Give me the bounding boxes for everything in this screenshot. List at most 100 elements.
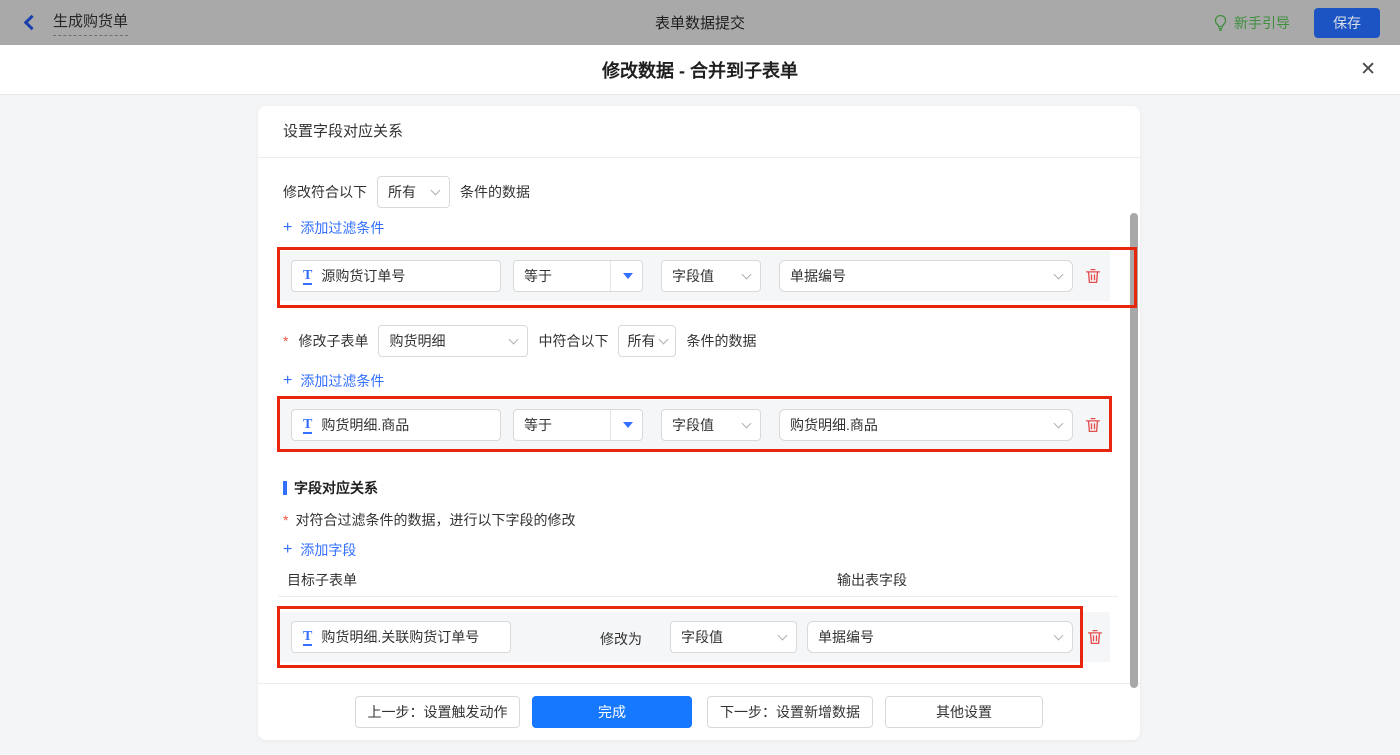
main-filter-sentence: 修改符合以下 所有 条件的数据 — [283, 176, 530, 208]
section-title-text: 字段对应关系 — [294, 478, 378, 498]
modify-to-label: 修改为 — [600, 629, 642, 649]
section-marker — [283, 481, 287, 495]
condition2-operator-select[interactable]: 等于 — [513, 409, 643, 441]
chevron-down-icon — [1054, 270, 1064, 280]
mapping-field-picker[interactable]: T 购货明细.关联购货订单号 — [291, 621, 511, 653]
delete-mapping-button[interactable] — [1086, 628, 1104, 646]
add-field-label: 添加字段 — [300, 540, 356, 560]
add-condition-label: 添加过滤条件 — [300, 218, 384, 238]
divider — [258, 683, 1140, 684]
guide-label: 新手引导 — [1234, 13, 1290, 33]
subform-filter-middle: 中符合以下 — [538, 331, 608, 351]
lightbulb-icon — [1213, 14, 1228, 31]
caret-down-icon — [623, 422, 633, 428]
chevron-down-icon — [778, 631, 788, 641]
chevron-down-icon — [742, 270, 752, 280]
other-settings-button[interactable]: 其他设置 — [885, 696, 1043, 728]
back-label: 生成购货单 — [53, 10, 128, 36]
match-mode-value: 所有 — [388, 182, 416, 202]
save-button[interactable]: 保存 — [1314, 8, 1380, 38]
value-type: 字段值 — [681, 627, 723, 647]
condition1-value-select[interactable]: 单据编号 — [779, 260, 1073, 292]
settings-panel: 设置字段对应关系 修改符合以下 所有 条件的数据 + 添加过滤条件 T 源购货订… — [258, 106, 1140, 740]
condition1-operator-select[interactable]: 等于 — [513, 260, 643, 292]
chevron-down-icon — [431, 186, 441, 196]
condition1-field-picker[interactable]: T 源购货订单号 — [291, 260, 501, 292]
subform-filter-prefix: 修改子表单 — [298, 331, 368, 351]
close-icon[interactable]: ✕ — [1360, 57, 1376, 83]
add-condition-label: 添加过滤条件 — [300, 371, 384, 391]
required-mark: * — [283, 512, 288, 528]
subform-select[interactable]: 购货明细 — [378, 325, 528, 357]
trash-icon — [1084, 416, 1102, 434]
value-type: 字段值 — [672, 266, 714, 286]
value: 单据编号 — [790, 266, 846, 286]
main-filter-match-mode-select[interactable]: 所有 — [377, 176, 450, 208]
mapping-value-select[interactable]: 单据编号 — [807, 621, 1073, 653]
condition-row-2: T 购货明细.商品 等于 字段值 购货明细.商品 — [278, 400, 1110, 450]
condition2-field-name: 购货明细.商品 — [321, 415, 409, 435]
subform-value: 购货明细 — [389, 331, 445, 351]
delete-condition-button[interactable] — [1084, 267, 1102, 285]
condition2-field-picker[interactable]: T 购货明细.商品 — [291, 409, 501, 441]
next-step-button[interactable]: 下一步：设置新增数据 — [707, 696, 873, 728]
main-filter-prefix: 修改符合以下 — [283, 182, 367, 202]
field-mapping-section-title: 字段对应关系 — [283, 478, 378, 498]
delete-condition-button[interactable] — [1084, 416, 1102, 434]
main-filter-suffix: 条件的数据 — [460, 182, 530, 202]
required-mark: * — [283, 333, 288, 349]
prev-step-button[interactable]: 上一步：设置触发动作 — [355, 696, 520, 728]
panel-header: 设置字段对应关系 — [258, 106, 1140, 158]
subform-filter-sentence: * 修改子表单 购货明细 中符合以下 所有 条件的数据 — [283, 325, 756, 357]
dialog-body: 设置字段对应关系 修改符合以下 所有 条件的数据 + 添加过滤条件 T 源购货订… — [0, 95, 1400, 755]
condition2-value-select[interactable]: 购货明细.商品 — [779, 409, 1073, 441]
condition2-value-type-select[interactable]: 字段值 — [661, 409, 761, 441]
condition1-field-name: 源购货订单号 — [321, 266, 405, 286]
value: 购货明细.商品 — [790, 415, 878, 435]
chevron-left-icon — [24, 15, 40, 31]
subform-match-mode-select[interactable]: 所有 — [618, 325, 676, 357]
topbar-title: 表单数据提交 — [0, 12, 1400, 33]
mapping-value-type-select[interactable]: 字段值 — [670, 621, 797, 653]
plus-icon: + — [283, 542, 292, 558]
text-field-icon: T — [303, 417, 312, 434]
plus-icon: + — [283, 373, 292, 389]
add-filter-condition-link-2[interactable]: + 添加过滤条件 — [283, 371, 384, 391]
value: 单据编号 — [818, 627, 874, 647]
condition-row-1: T 源购货订单号 等于 字段值 单据编号 — [278, 251, 1110, 301]
add-filter-condition-link-1[interactable]: + 添加过滤条件 — [283, 218, 384, 238]
mapping-row: T 购货明细.关联购货订单号 修改为 字段值 单据编号 — [278, 612, 1110, 662]
field-mapping-description: * 对符合过滤条件的数据，进行以下字段的修改 — [283, 510, 575, 530]
trash-icon — [1084, 267, 1102, 285]
mapping-field-name: 购货明细.关联购货订单号 — [321, 627, 479, 647]
chevron-down-icon — [659, 335, 669, 345]
operator-value: 等于 — [524, 266, 552, 286]
trash-icon — [1086, 628, 1104, 646]
subform-filter-suffix: 条件的数据 — [686, 331, 756, 351]
condition1-value-type-select[interactable]: 字段值 — [661, 260, 761, 292]
dialog-title: 修改数据 - 合并到子表单 — [602, 57, 798, 83]
done-button[interactable]: 完成 — [532, 696, 692, 728]
column-header-output: 输出表字段 — [837, 570, 907, 590]
scrollbar-thumb[interactable] — [1130, 213, 1138, 688]
column-header-target: 目标子表单 — [287, 570, 357, 590]
plus-icon: + — [283, 220, 292, 236]
chevron-down-icon — [509, 335, 519, 345]
back-button[interactable]: 生成购货单 — [20, 10, 128, 36]
caret-down-icon — [623, 273, 633, 279]
beginner-guide-link[interactable]: 新手引导 — [1213, 13, 1290, 33]
chevron-down-icon — [1054, 631, 1064, 641]
divider — [610, 410, 611, 440]
text-field-icon: T — [303, 629, 312, 646]
chevron-down-icon — [1054, 419, 1064, 429]
description-text: 对符合过滤条件的数据，进行以下字段的修改 — [295, 510, 575, 530]
operator-value: 等于 — [524, 415, 552, 435]
value-type: 字段值 — [672, 415, 714, 435]
text-field-icon: T — [303, 268, 312, 285]
chevron-down-icon — [742, 419, 752, 429]
dialog-header: 修改数据 - 合并到子表单 ✕ — [0, 45, 1400, 95]
match-mode-value: 所有 — [627, 331, 655, 351]
topbar: 生成购货单 表单数据提交 新手引导 保存 — [0, 0, 1400, 45]
add-field-link[interactable]: + 添加字段 — [283, 540, 356, 560]
divider — [610, 261, 611, 291]
